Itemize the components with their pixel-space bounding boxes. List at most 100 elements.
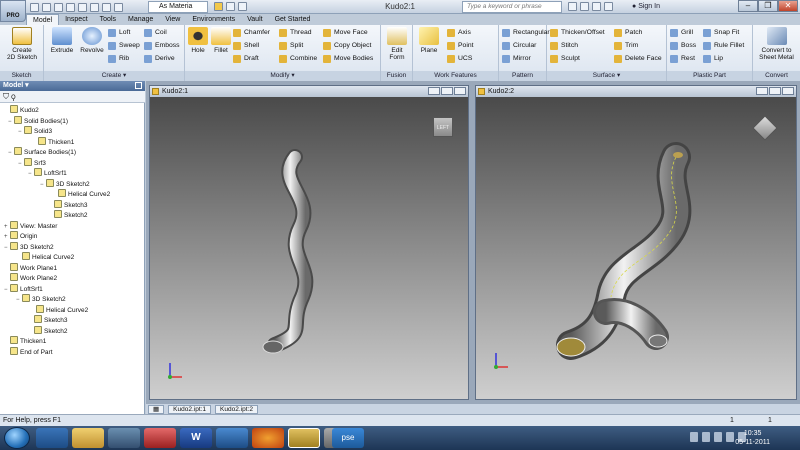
stitch-button[interactable]: Stitch	[550, 40, 578, 51]
circular-button[interactable]: Circular	[502, 40, 536, 51]
tree-item[interactable]: Work Plane2	[4, 273, 57, 283]
tab-model[interactable]: Model	[26, 14, 60, 25]
tools-icon[interactable]	[108, 428, 140, 448]
tray-icon[interactable]	[714, 432, 722, 442]
tree-item[interactable]: Helical Curve2	[52, 189, 110, 199]
network-icon[interactable]	[216, 428, 248, 448]
tree-item[interactable]: Helical Curve2	[16, 252, 74, 262]
rule-fillet-button[interactable]: Rule Fillet	[703, 40, 744, 51]
derive-button[interactable]: Derive	[144, 53, 175, 64]
clock[interactable]: 10:35 05-11-2011	[735, 429, 770, 447]
favorites-icon[interactable]	[604, 2, 613, 11]
color-icon[interactable]	[214, 2, 223, 11]
communication-icon[interactable]	[592, 2, 601, 11]
plus-icon[interactable]	[238, 2, 247, 11]
viewport-1-minimize[interactable]	[428, 87, 440, 95]
volume-icon[interactable]	[726, 432, 734, 442]
app-icon[interactable]	[144, 428, 176, 448]
save-icon[interactable]	[54, 2, 63, 12]
inventor-icon[interactable]	[288, 428, 320, 448]
tree-item[interactable]: −3D Sketch2	[16, 294, 66, 304]
tree-item[interactable]: −3D Sketch2	[4, 241, 54, 252]
tree-item[interactable]: + View: Master	[4, 220, 57, 231]
material-dropdown[interactable]: As Materia	[148, 1, 208, 13]
viewport-2-restore[interactable]	[769, 87, 781, 95]
undo-icon[interactable]	[66, 2, 75, 12]
viewport-1[interactable]: Kudo2:1 LEFT	[149, 85, 469, 400]
mirror-button[interactable]: Mirror	[502, 53, 531, 64]
tree-item[interactable]: Kudo2	[4, 105, 39, 115]
media-player-icon[interactable]	[36, 428, 68, 448]
start-button[interactable]	[4, 427, 30, 449]
tab-environments[interactable]: Environments	[186, 14, 241, 25]
filter-icon[interactable]: ⛉	[3, 92, 9, 101]
fillet-button[interactable]: Fillet	[210, 27, 232, 54]
ucs-button[interactable]: UCS	[447, 53, 472, 64]
tree-item[interactable]: − Solid Bodies(1)	[8, 115, 68, 126]
application-menu-button[interactable]: PRO	[0, 0, 26, 22]
tree-item[interactable]: Thicken1	[32, 136, 74, 147]
rib-button[interactable]: Rib	[108, 53, 129, 64]
viewport-1-restore[interactable]	[441, 87, 453, 95]
tab-inspect[interactable]: Inspect	[59, 14, 94, 25]
firefox-icon[interactable]	[252, 428, 284, 448]
snap-fit-button[interactable]: Snap Fit	[703, 27, 739, 38]
help-search-input[interactable]: Type a keyword or phrase	[462, 1, 562, 13]
subscription-icon[interactable]	[580, 2, 589, 11]
tree-item[interactable]: − LoftSrf1	[28, 168, 67, 178]
tree-item[interactable]: + Origin	[4, 231, 37, 241]
tree-item[interactable]: −3D Sketch2	[40, 178, 90, 189]
loft-button[interactable]: Loft	[108, 27, 130, 38]
browser-help-icon[interactable]	[135, 82, 142, 89]
restore-button[interactable]: ❐	[758, 0, 778, 12]
viewport-2[interactable]: Kudo2:2	[475, 85, 797, 400]
tree-item[interactable]: − Srf3	[18, 157, 46, 168]
lip-button[interactable]: Lip	[703, 53, 723, 64]
sign-in-link[interactable]: ● Sign In	[632, 1, 660, 13]
draft-button[interactable]: Draft	[233, 53, 259, 64]
tree-item[interactable]: − Surface Bodies(1)	[8, 147, 76, 157]
word-icon[interactable]: W	[180, 428, 212, 448]
tree-item[interactable]: − LoftSrf1	[4, 283, 43, 294]
combine-button[interactable]: Combine	[279, 53, 317, 64]
create-2d-sketch-button[interactable]: Create 2D Sketch	[3, 27, 41, 61]
redo-icon[interactable]	[78, 2, 87, 12]
revolve-button[interactable]: Revolve	[77, 27, 107, 54]
tray-icon[interactable]	[690, 432, 698, 442]
move-bodies-button[interactable]: Move Bodies	[323, 53, 373, 64]
extrude-button[interactable]: Extrude	[47, 27, 77, 54]
minimize-button[interactable]: –	[738, 0, 758, 12]
viewport-2-canvas[interactable]	[476, 97, 796, 399]
patch-button[interactable]: Patch	[614, 27, 642, 38]
thread-button[interactable]: Thread	[279, 27, 312, 38]
lines-icon[interactable]	[226, 2, 235, 11]
tab-view[interactable]: View	[159, 14, 186, 25]
plane-button[interactable]: Plane	[416, 27, 442, 54]
pse-icon[interactable]: pse	[332, 428, 364, 448]
hole-button[interactable]: Hole	[187, 27, 209, 54]
tray-icon[interactable]	[702, 432, 710, 442]
axis-button[interactable]: Axis	[447, 27, 471, 38]
delete-face-button[interactable]: Delete Face	[614, 53, 662, 64]
chamfer-button[interactable]: Chamfer	[233, 27, 270, 38]
sweep-button[interactable]: Sweep	[108, 40, 140, 51]
viewport-1-canvas[interactable]: LEFT	[150, 97, 468, 399]
point-button[interactable]: Point	[447, 40, 474, 51]
trim-button[interactable]: Trim	[614, 40, 638, 51]
tree-item[interactable]: Thicken1	[4, 336, 46, 346]
tile-icon[interactable]: ▦	[148, 404, 165, 414]
tab-vault[interactable]: Vault	[241, 14, 268, 25]
sculpt-button[interactable]: Sculpt	[550, 53, 580, 64]
rectangular-button[interactable]: Rectangular	[502, 27, 550, 38]
tab-manage[interactable]: Manage	[122, 14, 159, 25]
rest-button[interactable]: Rest	[670, 53, 695, 64]
copy-object-button[interactable]: Copy Object	[323, 40, 371, 51]
doc-tab-1[interactable]: Kudo2.ipt:1	[168, 404, 212, 414]
split-button[interactable]: Split	[279, 40, 303, 51]
grill-button[interactable]: Grill	[670, 27, 693, 38]
edit-form-button[interactable]: Edit Form	[384, 27, 410, 61]
doc-tab-2[interactable]: Kudo2.ipt:2	[215, 404, 258, 414]
tab-tools[interactable]: Tools	[94, 14, 122, 25]
convert-to-sheet-metal-button[interactable]: Convert to Sheet Metal	[755, 27, 798, 61]
tree-item[interactable]: − Solid3	[18, 126, 52, 136]
